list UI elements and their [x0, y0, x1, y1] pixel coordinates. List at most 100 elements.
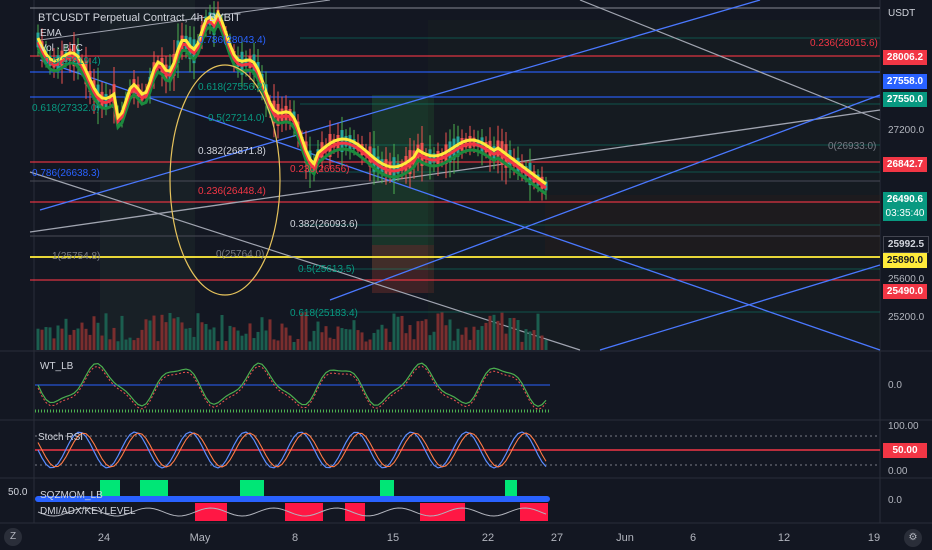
date-tick: 12: [777, 532, 791, 544]
volume-bar: [460, 334, 464, 350]
wt-label[interactable]: WT_LB: [40, 361, 73, 373]
dmi-bar: [420, 503, 465, 521]
volume-bar: [448, 319, 452, 350]
fib-label: 0.236(26448.4): [198, 186, 266, 197]
fib-label: 0.5(27819.4): [44, 56, 101, 67]
volume-bar: [500, 312, 504, 350]
volume-bar: [168, 312, 172, 350]
volume-bar: [264, 330, 268, 350]
volume-bar: [44, 327, 48, 350]
volume-bar: [188, 327, 192, 350]
current-price-tag[interactable]: 26490.6: [883, 192, 927, 207]
sqz-bar: [505, 480, 517, 496]
sqz-zero-tick: 0.0: [888, 495, 902, 506]
candle-body: [428, 149, 432, 166]
volume-bar: [288, 335, 292, 350]
sqzmom-label[interactable]: SQZMOM_LB: [40, 490, 103, 502]
dmi-label[interactable]: DMI/ADX/KEYLEVEL: [40, 506, 136, 518]
volume-bar: [392, 313, 396, 350]
date-tick: 6: [689, 532, 697, 544]
volume-bar: [260, 317, 264, 350]
volume-bar: [68, 334, 72, 350]
volume-bar: [408, 325, 412, 350]
volume-bar: [436, 313, 440, 350]
volume-bar: [120, 315, 124, 350]
volume-bar: [236, 330, 240, 350]
fib-label: 0.382(26871.8): [198, 146, 266, 157]
volume-bar: [112, 327, 116, 350]
volume-bar: [340, 328, 344, 350]
volume-bar: [76, 328, 80, 350]
volume-bar: [92, 316, 96, 350]
wt-signal: [37, 365, 547, 410]
symbol-title[interactable]: BTCUSDT Perpetual Contract, 4h, BYBIT: [38, 12, 241, 24]
stoch-bot-tick: 0.00: [888, 466, 908, 477]
volume-bar: [48, 327, 52, 350]
volume-bar: [116, 341, 120, 350]
volume-bar: [332, 338, 336, 350]
volume-bar: [432, 331, 436, 350]
volume-bar: [528, 331, 532, 350]
volume-bar: [196, 313, 200, 350]
fib-label: 0.5(27214.0): [208, 113, 265, 124]
volume-bar: [148, 320, 152, 350]
volume-bar: [200, 322, 204, 350]
volume-bar: [132, 340, 136, 350]
volume-bar: [324, 326, 328, 350]
volume-bar: [88, 334, 92, 350]
volume-bar: [380, 324, 384, 350]
fib-label: 0.786(28043.4): [198, 35, 266, 46]
date-tick: 19: [867, 532, 881, 544]
volume-bar: [396, 316, 400, 350]
volume-bar: [96, 322, 100, 350]
settings-gear-icon[interactable]: ⚙: [904, 529, 922, 547]
chart-canvas[interactable]: [0, 0, 932, 550]
price-tag-27550[interactable]: 27550.0: [883, 92, 927, 107]
volume-bar: [284, 327, 288, 350]
ema-legend[interactable]: EMA: [40, 28, 62, 40]
candle-countdown: 03:35:40: [883, 206, 927, 221]
volume-legend[interactable]: Vol · BTC: [40, 43, 83, 55]
fib-label: 0.236(28015.6): [810, 38, 878, 49]
volume-bar: [352, 320, 356, 350]
volume-bar: [244, 333, 248, 350]
price-tag-25490[interactable]: 25490.0: [883, 284, 927, 299]
volume-bar: [72, 329, 76, 350]
volume-bar: [388, 341, 392, 350]
auto-scale-button[interactable]: Z: [4, 528, 22, 546]
volume-bar: [124, 339, 128, 350]
volume-bar: [256, 331, 260, 350]
price-tag-28006[interactable]: 28006.2: [883, 50, 927, 65]
volume-bar: [480, 326, 484, 350]
price-tag-26842[interactable]: 26842.7: [883, 157, 927, 172]
volume-bar: [492, 314, 496, 350]
fib-label: 0.382(26093.6): [290, 219, 358, 230]
stoch-rsi-label[interactable]: Stoch RSI: [38, 432, 83, 444]
price-tag-25992[interactable]: 25992.5: [883, 236, 929, 253]
volume-bar: [540, 335, 544, 350]
volume-bar: [240, 335, 244, 350]
stoch-top-tick: 100.00: [888, 421, 919, 432]
volume-bar: [40, 329, 44, 350]
volume-bar: [420, 320, 424, 350]
volume-bar: [368, 339, 372, 350]
dmi-bar: [520, 503, 548, 521]
price-tag-25890[interactable]: 25890.0: [883, 253, 927, 268]
volume-bar: [476, 329, 480, 350]
volume-bar: [172, 318, 176, 350]
volume-bar: [424, 319, 428, 350]
volume-bar: [220, 314, 224, 350]
volume-bar: [216, 341, 220, 350]
fib-label: 1(25754.8): [52, 251, 101, 262]
price-tag-27558[interactable]: 27558.0: [883, 74, 927, 89]
fib-label: 0.618(27556.2): [198, 82, 266, 93]
volume-bar: [348, 329, 352, 350]
volume-bar: [440, 312, 444, 350]
volume-bar: [228, 325, 232, 350]
volume-bar: [276, 340, 280, 350]
volume-bar: [516, 320, 520, 350]
volume-bar: [376, 329, 380, 350]
volume-bar: [504, 333, 508, 350]
volume-bar: [472, 326, 476, 350]
zone-rect: [428, 20, 880, 350]
